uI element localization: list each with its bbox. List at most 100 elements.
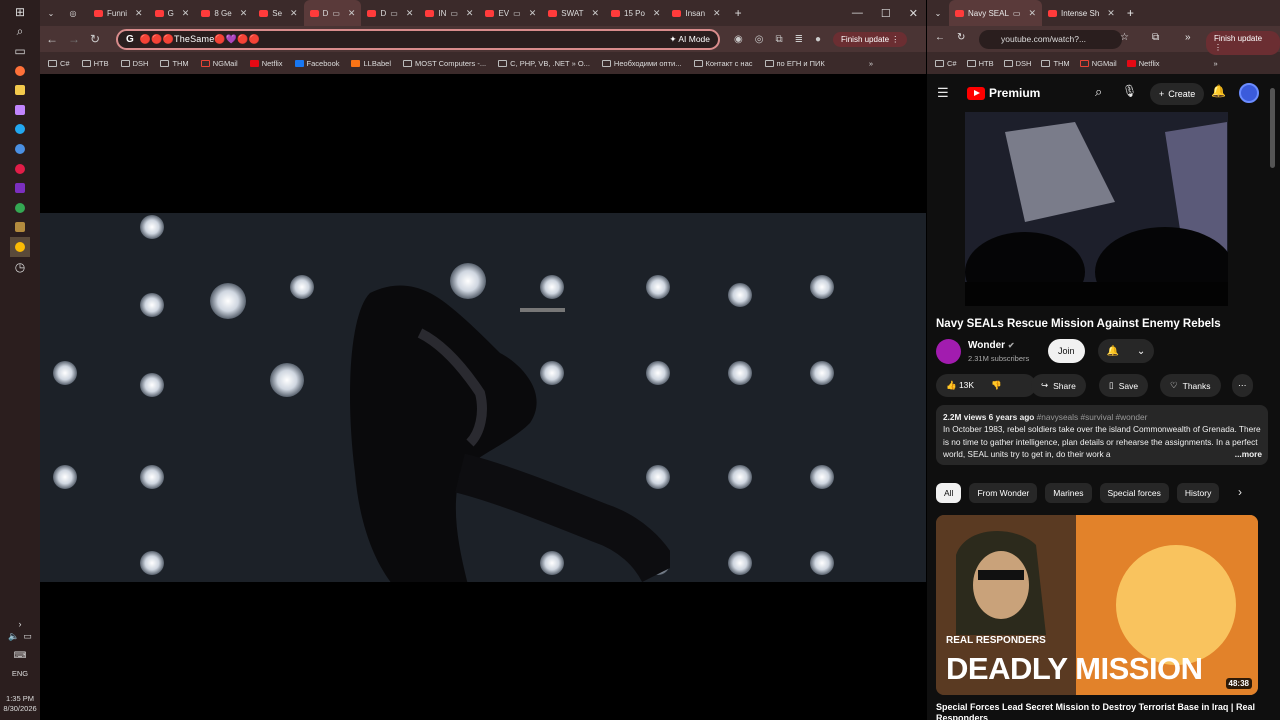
recommended-thumbnail[interactable]: REAL RESPONDERS DEADLY MISSION 48:38 — [936, 515, 1258, 695]
bookmark-item[interactable]: MOST Computers -... — [403, 59, 486, 68]
back-button[interactable]: ← — [935, 32, 945, 43]
clock-date[interactable]: 8/30/2026 — [3, 704, 36, 714]
profile-icon[interactable]: ● — [815, 34, 821, 45]
menu-icon[interactable]: ☰ — [937, 85, 949, 101]
maximize-button[interactable]: ☐ — [881, 7, 891, 20]
close-icon[interactable]: ✕ — [591, 8, 599, 19]
close-icon[interactable]: ✕ — [182, 8, 190, 19]
close-icon[interactable]: ✕ — [1028, 8, 1036, 19]
dislike-button[interactable]: 👎 — [991, 380, 1002, 391]
tab[interactable]: 15 Po ✕ — [605, 0, 666, 26]
clock-app-icon[interactable]: ◷ — [10, 257, 30, 277]
tab-active[interactable]: D ▭ ✕ — [303, 0, 362, 26]
like-button[interactable]: 👍 13K — [946, 380, 974, 391]
bookmark-item[interactable]: HTB — [81, 59, 109, 68]
ai-mode-button[interactable]: ✦ AI Mode — [669, 34, 710, 45]
chevron-up-icon[interactable]: › — [19, 619, 22, 629]
tab[interactable]: SWAT ✕ — [542, 0, 605, 26]
keyboard-icon[interactable]: ⌨ — [14, 650, 27, 661]
close-icon[interactable]: ✕ — [240, 8, 248, 19]
extensions-puzzle-icon[interactable]: ⧉ — [775, 34, 782, 45]
bookmark-item[interactable]: Контакт с нас — [693, 59, 753, 68]
extensions-puzzle-icon[interactable]: ⧉ — [1152, 32, 1159, 43]
tab-search-icon[interactable]: ⌄ — [927, 9, 949, 18]
chrome-settings-icon[interactable]: ◎ — [62, 9, 84, 18]
back-button[interactable]: ← — [46, 32, 58, 46]
close-icon[interactable]: ✕ — [348, 8, 356, 19]
chrome-active-icon[interactable] — [10, 237, 30, 257]
chip-special-forces[interactable]: Special forces — [1099, 483, 1169, 503]
onenote-icon[interactable] — [10, 178, 30, 198]
reload-button[interactable]: ↻ — [957, 32, 965, 43]
edge-icon[interactable] — [10, 120, 30, 140]
bookmark-item[interactable]: HTB — [966, 59, 994, 68]
extension-icon[interactable]: ◉ — [734, 34, 743, 45]
chip-marines[interactable]: Marines — [1045, 483, 1092, 503]
reload-button[interactable]: ↻ — [90, 32, 100, 46]
bookmark-item[interactable]: Netflix — [1126, 59, 1160, 68]
bookmark-item[interactable]: THM — [160, 59, 189, 68]
chip-from-wonder[interactable]: From Wonder — [969, 483, 1038, 503]
bookmark-item[interactable]: C# — [935, 59, 957, 68]
photos-icon[interactable] — [10, 100, 30, 120]
tab[interactable]: Funni ✕ — [88, 0, 149, 26]
close-icon[interactable]: ✕ — [653, 8, 661, 19]
tab-active[interactable]: Navy SEAL ▭ ✕ — [949, 0, 1043, 26]
create-button[interactable]: + Create — [1150, 83, 1205, 105]
tab[interactable]: D ▭ ✕ — [361, 0, 419, 26]
app-icon[interactable] — [10, 218, 30, 238]
bookmark-item[interactable]: C, PHP, VB, .NET » O... — [498, 59, 590, 68]
close-icon[interactable]: ✕ — [713, 8, 721, 19]
tab[interactable]: Se ✕ — [253, 0, 303, 26]
bookmarks-overflow-icon[interactable]: » — [869, 59, 873, 68]
tab[interactable]: 8 Ge ✕ — [195, 0, 253, 26]
close-icon[interactable]: ✕ — [290, 8, 298, 19]
channel-avatar[interactable] — [936, 339, 961, 364]
join-button[interactable]: Join — [1048, 339, 1085, 363]
close-icon[interactable]: ✕ — [406, 8, 414, 19]
close-window-button[interactable]: ✕ — [909, 7, 918, 20]
volume-icon[interactable]: 🔈 — [8, 631, 19, 642]
close-icon[interactable]: ✕ — [529, 8, 537, 19]
chevron-right-icon[interactable]: › — [1238, 485, 1242, 499]
finish-update-button[interactable]: Finish update ⋮ — [1206, 31, 1280, 55]
bookmark-item[interactable]: Facebook — [294, 59, 339, 68]
chip-all[interactable]: All — [936, 483, 962, 503]
minimize-button[interactable]: — — [852, 7, 863, 19]
opera-icon[interactable] — [10, 159, 30, 179]
address-bar[interactable]: youtube.com/watch?... — [979, 30, 1122, 49]
close-icon[interactable]: ✕ — [466, 8, 474, 19]
close-icon[interactable]: ✕ — [1107, 8, 1115, 19]
incognito-icon[interactable]: ◎ — [755, 34, 764, 45]
bookmark-item[interactable]: DSH — [120, 59, 148, 68]
bookmark-item[interactable]: по ЕГН и ПИК — [764, 59, 825, 68]
close-icon[interactable]: ✕ — [135, 8, 143, 19]
monitor-icon[interactable]: ▭ — [23, 631, 32, 642]
tab[interactable]: Intense Sh ✕ — [1042, 0, 1121, 26]
bookmark-item[interactable]: C# — [48, 59, 70, 68]
file-explorer-icon[interactable] — [10, 80, 30, 100]
page-scrollbar[interactable] — [1270, 88, 1275, 168]
reading-list-icon[interactable]: ≣ — [795, 34, 803, 45]
tab[interactable]: EV ▭ ✕ — [479, 0, 542, 26]
bookmark-star-icon[interactable]: ☆ — [1120, 32, 1129, 43]
notifications-bell-icon[interactable]: 🔔 — [1211, 84, 1226, 98]
subscribe-bell-button[interactable]: 🔔 ⌄ — [1098, 339, 1154, 363]
search-icon[interactable]: ⌕ — [1095, 84, 1102, 100]
bookmark-item[interactable]: Необходими опти... — [601, 59, 682, 68]
share-button[interactable]: ↪ Share — [1031, 374, 1086, 397]
channel-name[interactable]: Wonder ✔ — [968, 340, 1015, 351]
tab[interactable]: G ✕ — [149, 0, 196, 26]
bookmark-item[interactable]: Netflix — [249, 59, 283, 68]
omnibox-text[interactable]: 🔴🔴🔴TheSame🔴💜🔴🔴 — [140, 34, 260, 45]
hashtags[interactable]: #navyseals #survival #wonder — [1037, 412, 1148, 422]
finish-update-button[interactable]: Finish update ⋮ — [833, 31, 908, 47]
bookmarks-overflow-icon[interactable]: » — [1214, 59, 1218, 68]
new-tab-button[interactable]: + — [735, 6, 742, 20]
chrome-dev-icon[interactable] — [10, 139, 30, 159]
video-player[interactable] — [40, 74, 926, 720]
bookmark-item[interactable]: NGMail — [200, 59, 238, 68]
microphone-icon[interactable]: 🎙 — [1122, 84, 1137, 98]
forward-button[interactable]: → — [68, 32, 80, 46]
new-tab-button[interactable]: + — [1127, 6, 1134, 20]
